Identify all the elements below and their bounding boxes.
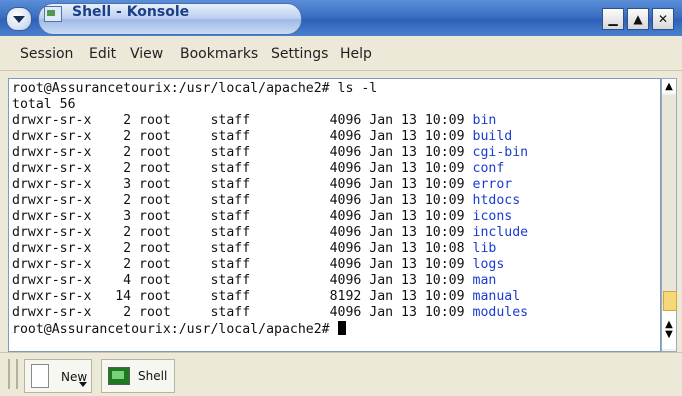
listing-row: drwxr-sr-x 3 root staff 4096 Jan 13 10:0… bbox=[12, 209, 512, 225]
tab-bar: New Shell bbox=[0, 352, 682, 396]
menu-session[interactable]: Session bbox=[20, 46, 73, 62]
menu-view[interactable]: View bbox=[130, 46, 163, 62]
scroll-thumb[interactable] bbox=[663, 291, 677, 311]
directory-name: logs bbox=[472, 257, 505, 272]
close-button[interactable]: ✕ bbox=[652, 8, 674, 30]
listing-row: drwxr-sr-x 2 root staff 4096 Jan 13 10:0… bbox=[12, 145, 528, 161]
scroll-down-icon[interactable]: ▲ ▼ bbox=[662, 311, 676, 349]
terminal-output[interactable]: root@Assurancetourix:/usr/local/apache2#… bbox=[8, 78, 661, 352]
directory-name: error bbox=[472, 177, 513, 192]
listing-row-attrs: drwxr-sr-x 4 root staff 4096 Jan 13 10:0… bbox=[12, 273, 473, 288]
listing-row: drwxr-sr-x 2 root staff 4096 Jan 13 10:0… bbox=[12, 113, 496, 129]
window-menu-button[interactable] bbox=[6, 7, 32, 31]
listing-row-attrs: drwxr-sr-x 2 root staff 4096 Jan 13 10:0… bbox=[12, 241, 473, 256]
dropdown-arrow-icon[interactable] bbox=[79, 382, 87, 387]
window-title: Shell - Konsole bbox=[72, 4, 190, 20]
toolbar-grip[interactable] bbox=[8, 359, 18, 389]
directory-name: man bbox=[472, 273, 497, 288]
directory-name: manual bbox=[472, 289, 521, 304]
listing-row-attrs: drwxr-sr-x 2 root staff 4096 Jan 13 10:0… bbox=[12, 193, 473, 208]
listing-row: drwxr-sr-x 2 root staff 4096 Jan 13 10:0… bbox=[12, 161, 504, 177]
prompt-text: root@Assurancetourix:/usr/local/apache2# bbox=[12, 322, 338, 337]
scroll-up-icon[interactable]: ▲ bbox=[662, 79, 676, 93]
directory-name: htdocs bbox=[472, 193, 521, 208]
listing-row-attrs: drwxr-sr-x 2 root staff 4096 Jan 13 10:0… bbox=[12, 305, 473, 320]
directory-name: bin bbox=[472, 113, 497, 128]
command-line: root@Assurancetourix:/usr/local/apache2#… bbox=[12, 81, 378, 96]
chevron-down-icon bbox=[13, 16, 25, 23]
minimize-button[interactable]: ▁ bbox=[602, 8, 624, 30]
listing-row-attrs: drwxr-sr-x 2 root staff 4096 Jan 13 10:0… bbox=[12, 257, 473, 272]
listing-row: drwxr-sr-x 3 root staff 4096 Jan 13 10:0… bbox=[12, 177, 512, 193]
prompt-line[interactable]: root@Assurancetourix:/usr/local/apache2# bbox=[12, 321, 346, 338]
listing-row: drwxr-sr-x 4 root staff 4096 Jan 13 10:0… bbox=[12, 273, 496, 289]
menu-bookmarks[interactable]: Bookmarks bbox=[180, 46, 258, 62]
menu-help[interactable]: Help bbox=[340, 46, 372, 62]
maximize-button[interactable]: ▲ bbox=[627, 8, 649, 30]
listing-row: drwxr-sr-x 14 root staff 8192 Jan 13 10:… bbox=[12, 289, 520, 305]
listing-row-attrs: drwxr-sr-x 2 root staff 4096 Jan 13 10:0… bbox=[12, 145, 473, 160]
listing-row-attrs: drwxr-sr-x 2 root staff 4096 Jan 13 10:0… bbox=[12, 161, 473, 176]
listing-row: drwxr-sr-x 2 root staff 4096 Jan 13 10:0… bbox=[12, 225, 528, 241]
listing-row-attrs: drwxr-sr-x 2 root staff 4096 Jan 13 10:0… bbox=[12, 225, 473, 240]
listing-row-attrs: drwxr-sr-x 3 root staff 4096 Jan 13 10:0… bbox=[12, 209, 473, 224]
total-line: total 56 bbox=[12, 97, 76, 112]
konsole-icon bbox=[44, 6, 62, 22]
shell-tab-label: Shell bbox=[138, 369, 168, 383]
directory-name: icons bbox=[472, 209, 513, 224]
text-cursor bbox=[337, 321, 346, 335]
new-session-button[interactable]: New bbox=[24, 359, 92, 393]
vertical-scrollbar[interactable]: ▲ ▲ ▼ bbox=[661, 78, 677, 352]
title-bar: Shell - Konsole ▁ ▲ ✕ bbox=[0, 0, 682, 36]
listing-row-attrs: drwxr-sr-x 2 root staff 4096 Jan 13 10:0… bbox=[12, 129, 473, 144]
scroll-track[interactable] bbox=[662, 95, 676, 305]
listing-row-attrs: drwxr-sr-x 2 root staff 4096 Jan 13 10:0… bbox=[12, 113, 473, 128]
directory-name: modules bbox=[472, 305, 529, 320]
menu-bar: Session Edit View Bookmarks Settings Hel… bbox=[0, 36, 682, 71]
menu-settings[interactable]: Settings bbox=[271, 46, 328, 62]
directory-name: conf bbox=[472, 161, 505, 176]
directory-name: lib bbox=[472, 241, 497, 256]
directory-name: build bbox=[472, 129, 513, 144]
tab-shell[interactable]: Shell bbox=[101, 359, 175, 393]
directory-name: cgi-bin bbox=[472, 145, 529, 160]
listing-row: drwxr-sr-x 2 root staff 4096 Jan 13 10:0… bbox=[12, 257, 504, 273]
listing-row: drwxr-sr-x 2 root staff 4096 Jan 13 10:0… bbox=[12, 193, 520, 209]
listing-row: drwxr-sr-x 2 root staff 4096 Jan 13 10:0… bbox=[12, 129, 512, 145]
listing-row: drwxr-sr-x 2 root staff 4096 Jan 13 10:0… bbox=[12, 305, 528, 321]
menu-edit[interactable]: Edit bbox=[89, 46, 116, 62]
listing-row-attrs: drwxr-sr-x 3 root staff 4096 Jan 13 10:0… bbox=[12, 177, 473, 192]
listing-row-attrs: drwxr-sr-x 14 root staff 8192 Jan 13 10:… bbox=[12, 289, 473, 304]
listing-row: drwxr-sr-x 2 root staff 4096 Jan 13 10:0… bbox=[12, 241, 496, 257]
directory-name: include bbox=[472, 225, 529, 240]
terminal-icon bbox=[108, 367, 130, 385]
new-document-icon bbox=[31, 364, 49, 388]
